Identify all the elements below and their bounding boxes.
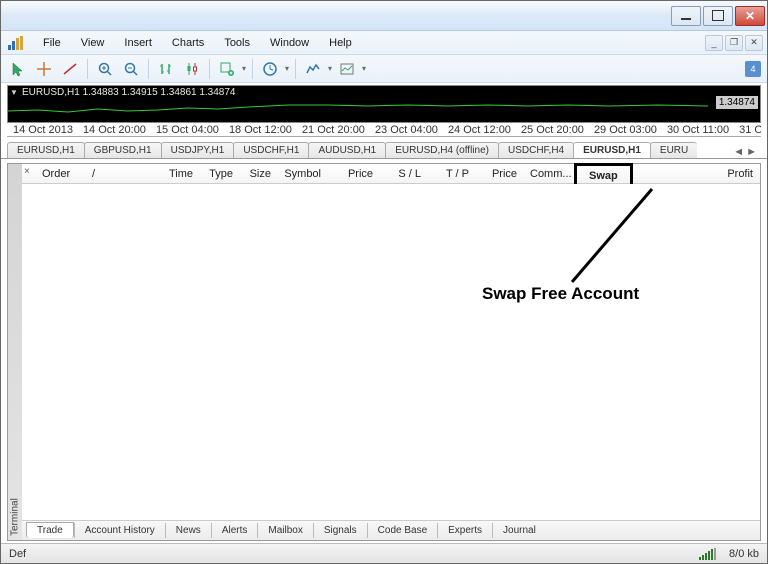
terminal-tab-news[interactable]: News	[165, 523, 211, 538]
col-order[interactable]: Order	[36, 166, 86, 182]
crosshair-icon[interactable]	[33, 58, 55, 80]
menu-window[interactable]: Window	[260, 34, 319, 52]
terminal-header: Order / Time Type Size Symbol Price S / …	[22, 164, 760, 184]
chart-tab-next-icon[interactable]: ►	[746, 146, 757, 158]
terminal-close-icon[interactable]: ×	[24, 166, 30, 177]
chart-tab-prev-icon[interactable]: ◄	[733, 146, 744, 158]
zoom-out-icon[interactable]	[120, 58, 142, 80]
terminal-tab-code-base[interactable]: Code Base	[367, 523, 437, 538]
zoom-in-icon[interactable]	[94, 58, 116, 80]
chart-tab-usdchf-h1[interactable]: USDCHF,H1	[233, 142, 309, 158]
annotation-text: Swap Free Account	[482, 284, 639, 304]
main-toolbar: ▾ ▾ ▾ ▾ 4	[1, 55, 767, 83]
col-price1[interactable]: Price	[328, 166, 380, 182]
terminal-tab-experts[interactable]: Experts	[437, 523, 492, 538]
terminal-tab-mailbox[interactable]: Mailbox	[257, 523, 312, 538]
chart-tab-usdchf-h4[interactable]: USDCHF,H4	[498, 142, 574, 158]
toolbar-separator	[148, 59, 149, 79]
toolbar-separator	[87, 59, 88, 79]
app-icon	[5, 33, 27, 53]
terminal-tab-trade[interactable]: Trade	[26, 522, 74, 538]
menubar: File View Insert Charts Tools Window Hel…	[1, 31, 767, 55]
col-time[interactable]: Time	[100, 166, 200, 182]
chart-tab-audusd-h1[interactable]: AUDUSD,H1	[308, 142, 386, 158]
chart-time-axis: 14 Oct 201314 Oct 20:0015 Oct 04:00 18 O…	[7, 123, 761, 137]
indicators-icon[interactable]	[302, 58, 324, 80]
terminal-panel: Terminal × Order / Time Type Size Symbol…	[7, 163, 761, 541]
terminal-content: Swap Free Account	[22, 184, 760, 520]
toolbar-separator	[252, 59, 253, 79]
annotation-arrow-icon	[547, 184, 667, 294]
menu-charts[interactable]: Charts	[162, 34, 214, 52]
window-minimize-button[interactable]	[671, 6, 701, 26]
cursor-icon[interactable]	[7, 58, 29, 80]
toolbar-badge[interactable]: 4	[745, 61, 761, 77]
col-type[interactable]: Type	[200, 166, 240, 182]
menu-view[interactable]: View	[71, 34, 115, 52]
terminal-tab-signals[interactable]: Signals	[313, 523, 367, 538]
mini-chart[interactable]: ▼ EURUSD,H1 1.34883 1.34915 1.34861 1.34…	[7, 85, 761, 123]
status-kb: 8/0 kb	[729, 548, 759, 560]
window-maximize-button[interactable]	[703, 6, 733, 26]
terminal-tabs: Trade Account History News Alerts Mailbo…	[22, 520, 760, 540]
menu-help[interactable]: Help	[319, 34, 362, 52]
window-titlebar: ✕	[1, 1, 767, 31]
col-tp[interactable]: T / P	[428, 166, 476, 182]
chart-current-price: 1.34874	[716, 96, 758, 109]
chart-tab-eurusd-h4-offline[interactable]: EURUSD,H4 (offline)	[385, 142, 499, 158]
mdi-minimize-button[interactable]: _	[705, 35, 723, 51]
bar-chart-icon[interactable]	[155, 58, 177, 80]
chart-tab-eurusd-h1[interactable]: EURUSD,H1	[7, 142, 85, 158]
candle-chart-icon[interactable]	[181, 58, 203, 80]
status-left: Def	[9, 548, 26, 560]
toolbar-separator	[209, 59, 210, 79]
mdi-close-button[interactable]: ✕	[745, 35, 763, 51]
chart-add-icon[interactable]	[216, 58, 238, 80]
chart-tab-usdjpy-h1[interactable]: USDJPY,H1	[161, 142, 235, 158]
mdi-restore-button[interactable]: ❐	[725, 35, 743, 51]
col-sort-icon[interactable]: /	[86, 166, 100, 182]
chart-dropdown-icon[interactable]: ▼	[10, 88, 20, 98]
chart-tab-gbpusd-h1[interactable]: GBPUSD,H1	[84, 142, 162, 158]
col-sl[interactable]: S / L	[380, 166, 428, 182]
menu-insert[interactable]: Insert	[114, 34, 162, 52]
chart-tab-eurusd-h1-active[interactable]: EURUSD,H1	[573, 142, 651, 158]
connection-bars-icon	[699, 548, 721, 560]
terminal-tab-journal[interactable]: Journal	[492, 523, 546, 538]
menu-tools[interactable]: Tools	[214, 34, 260, 52]
chart-tabs: EURUSD,H1 GBPUSD,H1 USDJPY,H1 USDCHF,H1 …	[1, 139, 767, 159]
col-symbol[interactable]: Symbol	[278, 166, 328, 182]
window-close-button[interactable]: ✕	[735, 6, 765, 26]
templates-icon[interactable]	[336, 58, 358, 80]
terminal-side-label: Terminal	[8, 164, 22, 540]
chart-tab-partial[interactable]: EURU	[650, 142, 697, 158]
chart-line-icon	[8, 103, 708, 113]
toolbar-separator	[295, 59, 296, 79]
chart-tab-nav: ◄ ►	[729, 146, 761, 158]
terminal-tab-alerts[interactable]: Alerts	[211, 523, 258, 538]
mdi-controls: _ ❐ ✕	[705, 35, 763, 51]
terminal-tab-account-history[interactable]: Account History	[74, 523, 165, 538]
trendline-icon[interactable]	[59, 58, 81, 80]
status-bar: Def 8/0 kb	[1, 543, 767, 563]
chart-symbol-info: EURUSD,H1 1.34883 1.34915 1.34861 1.3487…	[22, 87, 236, 98]
col-profit[interactable]: Profit	[633, 166, 760, 182]
col-commission[interactable]: Comm...	[524, 166, 574, 182]
col-size[interactable]: Size	[240, 166, 278, 182]
menu-file[interactable]: File	[33, 34, 71, 52]
clock-icon[interactable]	[259, 58, 281, 80]
col-price2[interactable]: Price	[476, 166, 524, 182]
